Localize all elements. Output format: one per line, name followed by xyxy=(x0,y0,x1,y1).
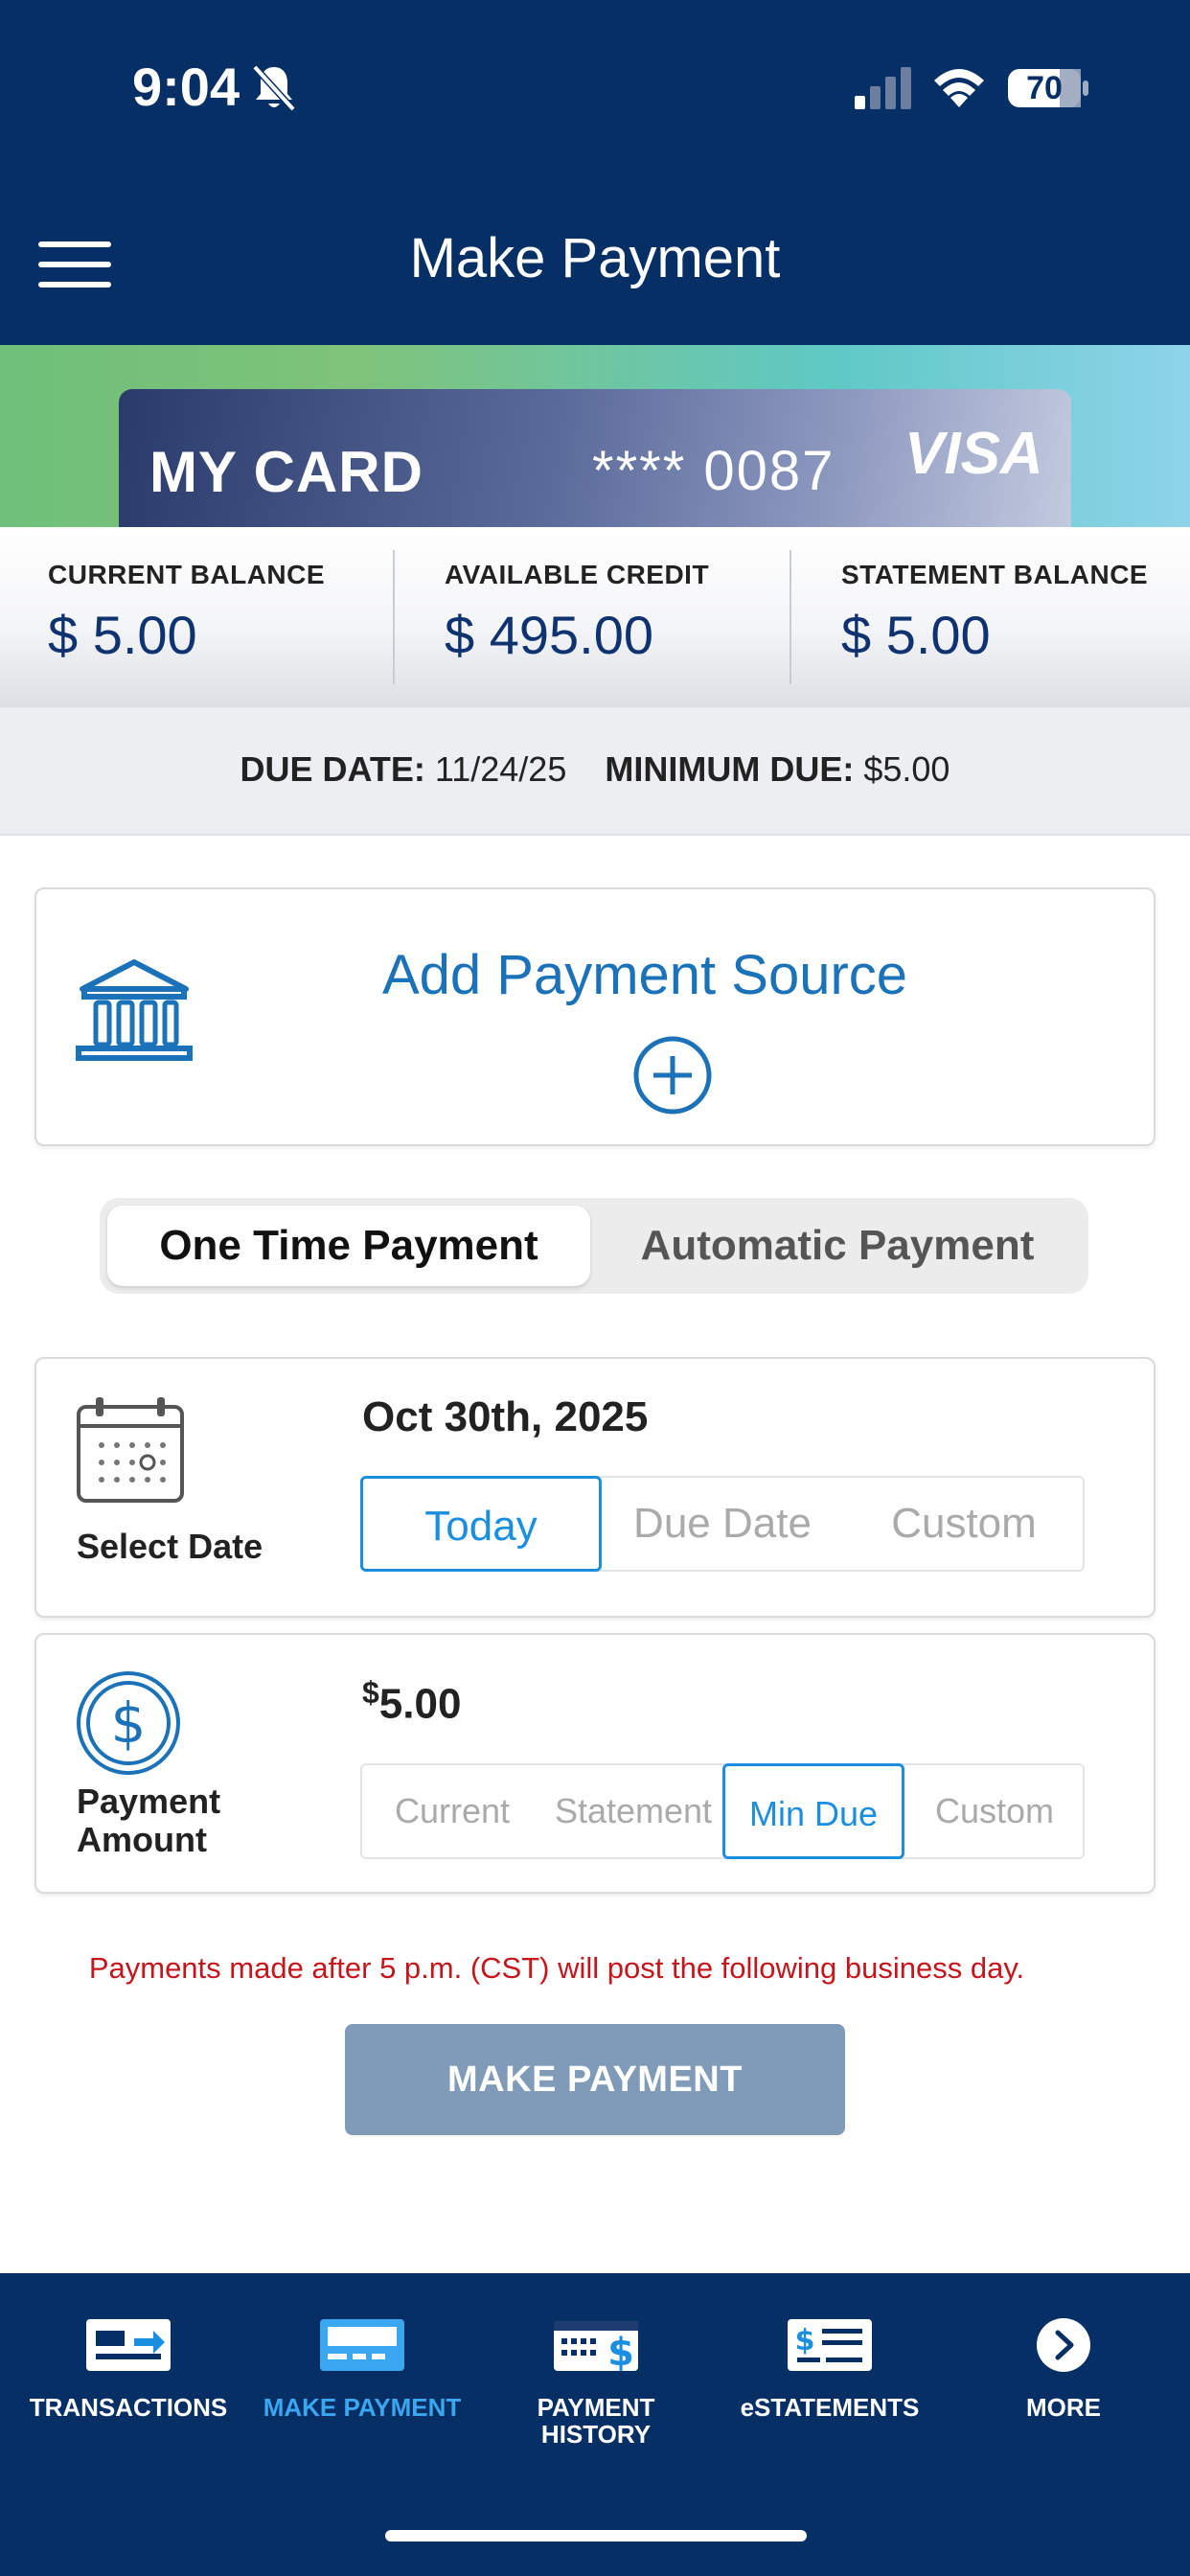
nav-more[interactable]: MORE xyxy=(947,2315,1180,2421)
dollar-icon: $ xyxy=(77,1671,180,1775)
svg-text:$: $ xyxy=(795,2324,815,2358)
svg-text:$: $ xyxy=(111,1690,147,1756)
estatements-icon: $ xyxy=(788,2319,872,2371)
payment-amount-label-line1: Payment xyxy=(77,1782,221,1821)
amount-options: Current Statement Min Due Custom xyxy=(360,1763,1085,1859)
balance-label: STATEMENT BALANCE xyxy=(841,560,1149,589)
nav-label: MORE xyxy=(1026,2393,1101,2422)
card-name: MY CARD xyxy=(149,440,423,504)
balance-label: CURRENT BALANCE xyxy=(48,560,326,589)
nav-label: PAYMENT HISTORY xyxy=(479,2394,713,2448)
one-time-payment-tab[interactable]: One Time Payment xyxy=(107,1206,590,1286)
statement-balance: STATEMENT BALANCE $ 5.00 xyxy=(841,560,1148,666)
card-brand-logo: VISA xyxy=(904,421,1043,487)
bank-icon xyxy=(76,959,193,1061)
divider xyxy=(790,550,791,684)
due-date-value: 11/24/25 xyxy=(434,749,567,789)
signal-icon xyxy=(855,67,911,109)
balance-value: $ 5.00 xyxy=(48,605,197,665)
due-text: DUE DATE: 11/24/25 MINIMUM DUE: $5.00 xyxy=(0,749,1190,790)
date-option-today[interactable]: Today xyxy=(360,1476,602,1572)
min-due-value: $5.00 xyxy=(863,749,950,789)
automatic-payment-tab[interactable]: Automatic Payment xyxy=(598,1206,1077,1286)
select-date-card: Select Date Oct 30th, 2025 Today Due Dat… xyxy=(34,1357,1156,1618)
nav-label: TRANSACTIONS xyxy=(29,2393,228,2422)
min-due-label: MINIMUM DUE: xyxy=(605,749,855,789)
payment-amount-label: Payment Amount xyxy=(77,1782,220,1859)
credit-card-image: MY CARD **** 0087 VISA xyxy=(119,389,1071,527)
calendar-icon xyxy=(77,1397,184,1503)
nav-transactions[interactable]: TRANSACTIONS xyxy=(11,2315,245,2421)
current-balance: CURRENT BALANCE $ 5.00 xyxy=(48,560,325,666)
svg-text:$: $ xyxy=(607,2331,634,2375)
selected-date: Oct 30th, 2025 xyxy=(362,1393,649,1440)
payment-amount-card: $ Payment Amount $5.00 Current Statement… xyxy=(34,1633,1156,1894)
amount-option-current[interactable]: Current xyxy=(362,1763,542,1859)
payment-amount-label-line2: Amount xyxy=(77,1820,207,1859)
home-indicator xyxy=(385,2530,807,2542)
select-date-label: Select Date xyxy=(77,1527,263,1566)
due-info: DUE DATE: 11/24/25 MINIMUM DUE: $5.00 xyxy=(0,707,1190,836)
bell-off-icon xyxy=(252,64,296,111)
balance-value: $ 495.00 xyxy=(445,605,653,665)
available-credit: AVAILABLE CREDIT $ 495.00 xyxy=(445,560,709,666)
nav-label-line1: PAYMENT xyxy=(537,2393,655,2422)
amount-option-min-due[interactable]: Min Due xyxy=(722,1763,904,1859)
add-circle-icon[interactable] xyxy=(632,1035,713,1116)
nav-make-payment[interactable]: MAKE PAYMENT xyxy=(245,2315,479,2421)
divider xyxy=(393,550,395,684)
more-icon xyxy=(1037,2318,1090,2372)
balance-summary: CURRENT BALANCE $ 5.00 AVAILABLE CREDIT … xyxy=(0,527,1190,707)
nav-label: eSTATEMENTS xyxy=(740,2393,920,2422)
nav-estatements[interactable]: $ eSTATEMENTS xyxy=(713,2315,947,2421)
transactions-icon xyxy=(86,2319,171,2371)
make-payment-icon xyxy=(320,2319,404,2371)
app-header: 9:04 70 Make Payment xyxy=(0,0,1190,345)
balance-value: $ 5.00 xyxy=(841,605,991,665)
posting-notice: Payments made after 5 p.m. (CST) will po… xyxy=(88,1951,1025,1985)
add-payment-source-label[interactable]: Add Payment Source xyxy=(228,943,1062,1007)
card-number: **** 0087 xyxy=(592,440,835,502)
date-option-due-date[interactable]: Due Date xyxy=(602,1476,843,1572)
payment-amount-value: $5.00 xyxy=(362,1675,461,1729)
nav-payment-history[interactable]: $ PAYMENT HISTORY xyxy=(479,2315,713,2448)
amount-option-statement[interactable]: Statement xyxy=(542,1763,724,1859)
date-option-custom[interactable]: Custom xyxy=(843,1476,1085,1572)
date-options: Today Due Date Custom xyxy=(360,1476,1085,1572)
make-payment-button[interactable]: MAKE PAYMENT xyxy=(345,2024,845,2135)
nav-label-line2: HISTORY xyxy=(540,2420,652,2449)
balance-label: AVAILABLE CREDIT xyxy=(445,560,710,589)
add-payment-source-card[interactable]: Add Payment Source xyxy=(34,887,1156,1146)
nav-label: MAKE PAYMENT xyxy=(263,2393,462,2422)
currency-symbol: $ xyxy=(362,1675,379,1710)
status-time: 9:04 xyxy=(132,57,240,117)
page-title: Make Payment xyxy=(409,227,781,289)
amount-option-custom[interactable]: Custom xyxy=(904,1763,1085,1859)
wifi-icon xyxy=(934,69,984,107)
amount-number: 5.00 xyxy=(378,1680,462,1728)
battery-level: 70 xyxy=(1026,70,1063,106)
payment-type-toggle: One Time Payment Automatic Payment xyxy=(100,1198,1088,1294)
payment-history-icon: $ xyxy=(554,2321,638,2375)
due-date-label: DUE DATE: xyxy=(240,749,425,789)
card-banner: MY CARD **** 0087 VISA xyxy=(0,345,1190,527)
